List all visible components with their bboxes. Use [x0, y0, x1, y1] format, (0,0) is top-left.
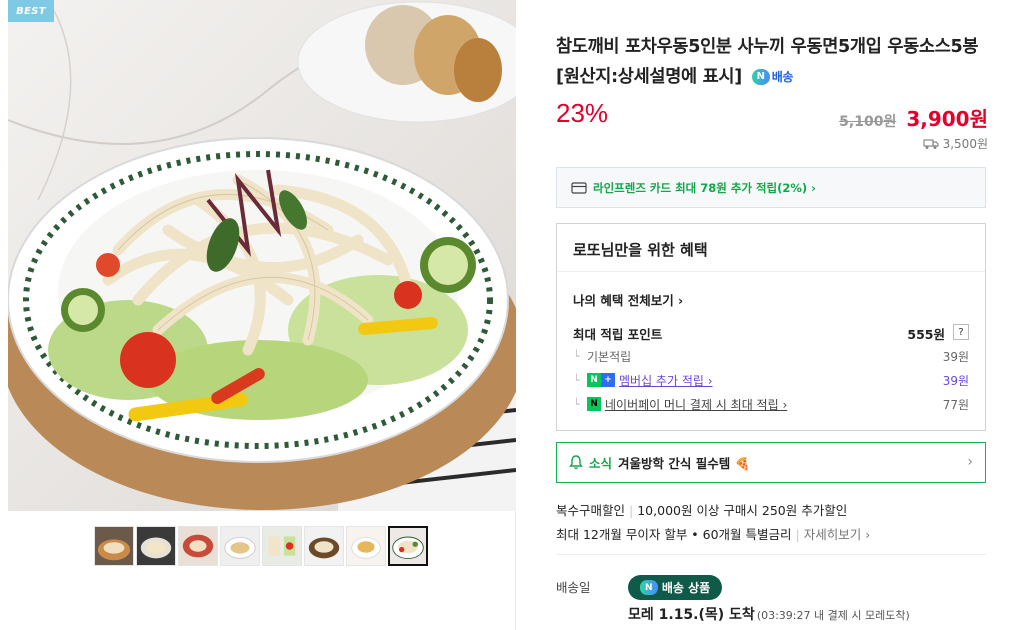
divider — [556, 554, 986, 555]
n-delivery-badge: N 배송 상품 — [628, 575, 722, 600]
point-row-value: 39원 — [942, 349, 969, 364]
news-banner[interactable]: 소식 겨울방학 간식 필수템 🍕 › — [556, 442, 986, 483]
n-delivery-label: 배송 — [771, 70, 794, 84]
benefits-title: 로또님만을 위한 혜택 — [573, 241, 708, 259]
n-delivery-icon: N — [751, 69, 770, 85]
point-row-membership: └ N + 멤버십 추가 적립 › 39원 — [573, 371, 969, 389]
thumbnail-strip — [94, 526, 428, 566]
delivery-label: 배송일 — [556, 580, 591, 595]
point-row-basic: └ 기본적립 39원 — [573, 347, 969, 365]
truck-icon — [922, 138, 939, 149]
thumbnail-2[interactable] — [136, 526, 176, 566]
point-row-npay: └ N 네이버페이 머니 결제 시 최대 적립 › 77원 — [573, 395, 969, 413]
thumbnail-1[interactable] — [94, 526, 134, 566]
installment-more-link[interactable]: 자세히보기 › — [804, 527, 870, 542]
product-title: 참도깨비 포차우동5인분 사누끼 우동면5개입 우동소스5봉 [원산지:상세설명… — [556, 32, 988, 92]
n-delivery-icon: N — [639, 580, 658, 595]
sale-price: 3,900원 — [906, 107, 988, 131]
max-point-value: 555원 — [907, 327, 945, 342]
separator: | — [795, 527, 800, 542]
bulk-discount-line: 복수구매할인 | 10,000원 이상 구매시 250원 추가할인 — [556, 500, 847, 519]
point-row-value: 77원 — [942, 397, 969, 412]
naver-pay-icon: N — [587, 397, 601, 411]
news-text: 겨울방학 간식 필수템 🍕 — [618, 456, 751, 471]
branch-icon: └ — [573, 373, 580, 387]
separator: | — [629, 503, 634, 518]
credit-card-icon — [571, 181, 587, 194]
member-benefits-box: 로또님만을 위한 혜택 나의 혜택 전체보기 › 최대 적립 포인트 555원 … — [556, 223, 986, 431]
branch-icon: └ — [573, 397, 580, 411]
product-gallery: BEST — [8, 0, 516, 630]
n-delivery-tag: N 배송 — [751, 62, 794, 92]
arrival-estimate: 모레 1.15.(목) 도착 (03:39:27 내 결제 시 모레도착) — [628, 604, 910, 624]
thumbnail-4[interactable] — [220, 526, 260, 566]
my-benefits-link[interactable]: 나의 혜택 전체보기 › — [573, 290, 683, 309]
shipping-fee: 3,500원 — [922, 135, 988, 152]
original-price: 5,100원 — [839, 114, 897, 130]
card-promo-banner[interactable]: 라인프렌즈 카드 최대 78원 추가 적립(2%) › — [556, 167, 986, 208]
help-button[interactable]: ? — [953, 324, 969, 340]
news-label: 소식 — [589, 456, 613, 471]
best-badge: BEST — [8, 0, 54, 22]
thumbnail-8-selected[interactable] — [388, 526, 428, 566]
bulk-discount-label: 복수구매할인 — [556, 503, 626, 518]
discount-rate: 23% — [556, 98, 609, 128]
shipping-fee-value: 3,500원 — [942, 137, 988, 151]
branch-icon: └ — [573, 349, 580, 363]
thumbnail-6[interactable] — [304, 526, 344, 566]
npay-money-link[interactable]: 네이버페이 머니 결제 시 최대 적립 › — [605, 396, 787, 413]
thumbnail-7[interactable] — [346, 526, 386, 566]
arrival-note: (03:39:27 내 결제 시 모레도착) — [756, 609, 910, 622]
installment-line: 최대 12개월 무이자 할부 • 60개월 특별금리 | 자세히보기 › — [556, 524, 870, 543]
thumbnail-5[interactable] — [262, 526, 302, 566]
naver-plus-icon: N + — [587, 373, 615, 387]
udon-salad-photo — [8, 0, 516, 511]
thumbnail-3[interactable] — [178, 526, 218, 566]
n-delivery-badge-text: 배송 상품 — [661, 581, 711, 595]
point-row-label: 기본적립 — [587, 349, 632, 364]
divider — [557, 271, 985, 272]
installment-text: 최대 12개월 무이자 할부 • 60개월 특별금리 — [556, 527, 792, 542]
bell-icon — [569, 455, 583, 470]
max-point-label: 최대 적립 포인트 — [573, 327, 663, 342]
point-row-value: 39원 — [942, 373, 969, 388]
membership-link[interactable]: 멤버십 추가 적립 › — [619, 372, 713, 389]
chevron-right-icon: › — [967, 454, 973, 470]
main-product-image[interactable] — [8, 0, 516, 511]
bulk-discount-text: 10,000원 이상 구매시 250원 추가할인 — [637, 503, 848, 518]
card-promo-text: 라인프렌즈 카드 최대 78원 추가 적립(2%) › — [593, 180, 816, 195]
price-block: 5,100원 3,900원 — [839, 103, 988, 132]
arrival-date: 모레 1.15.(목) 도착 — [628, 607, 755, 623]
